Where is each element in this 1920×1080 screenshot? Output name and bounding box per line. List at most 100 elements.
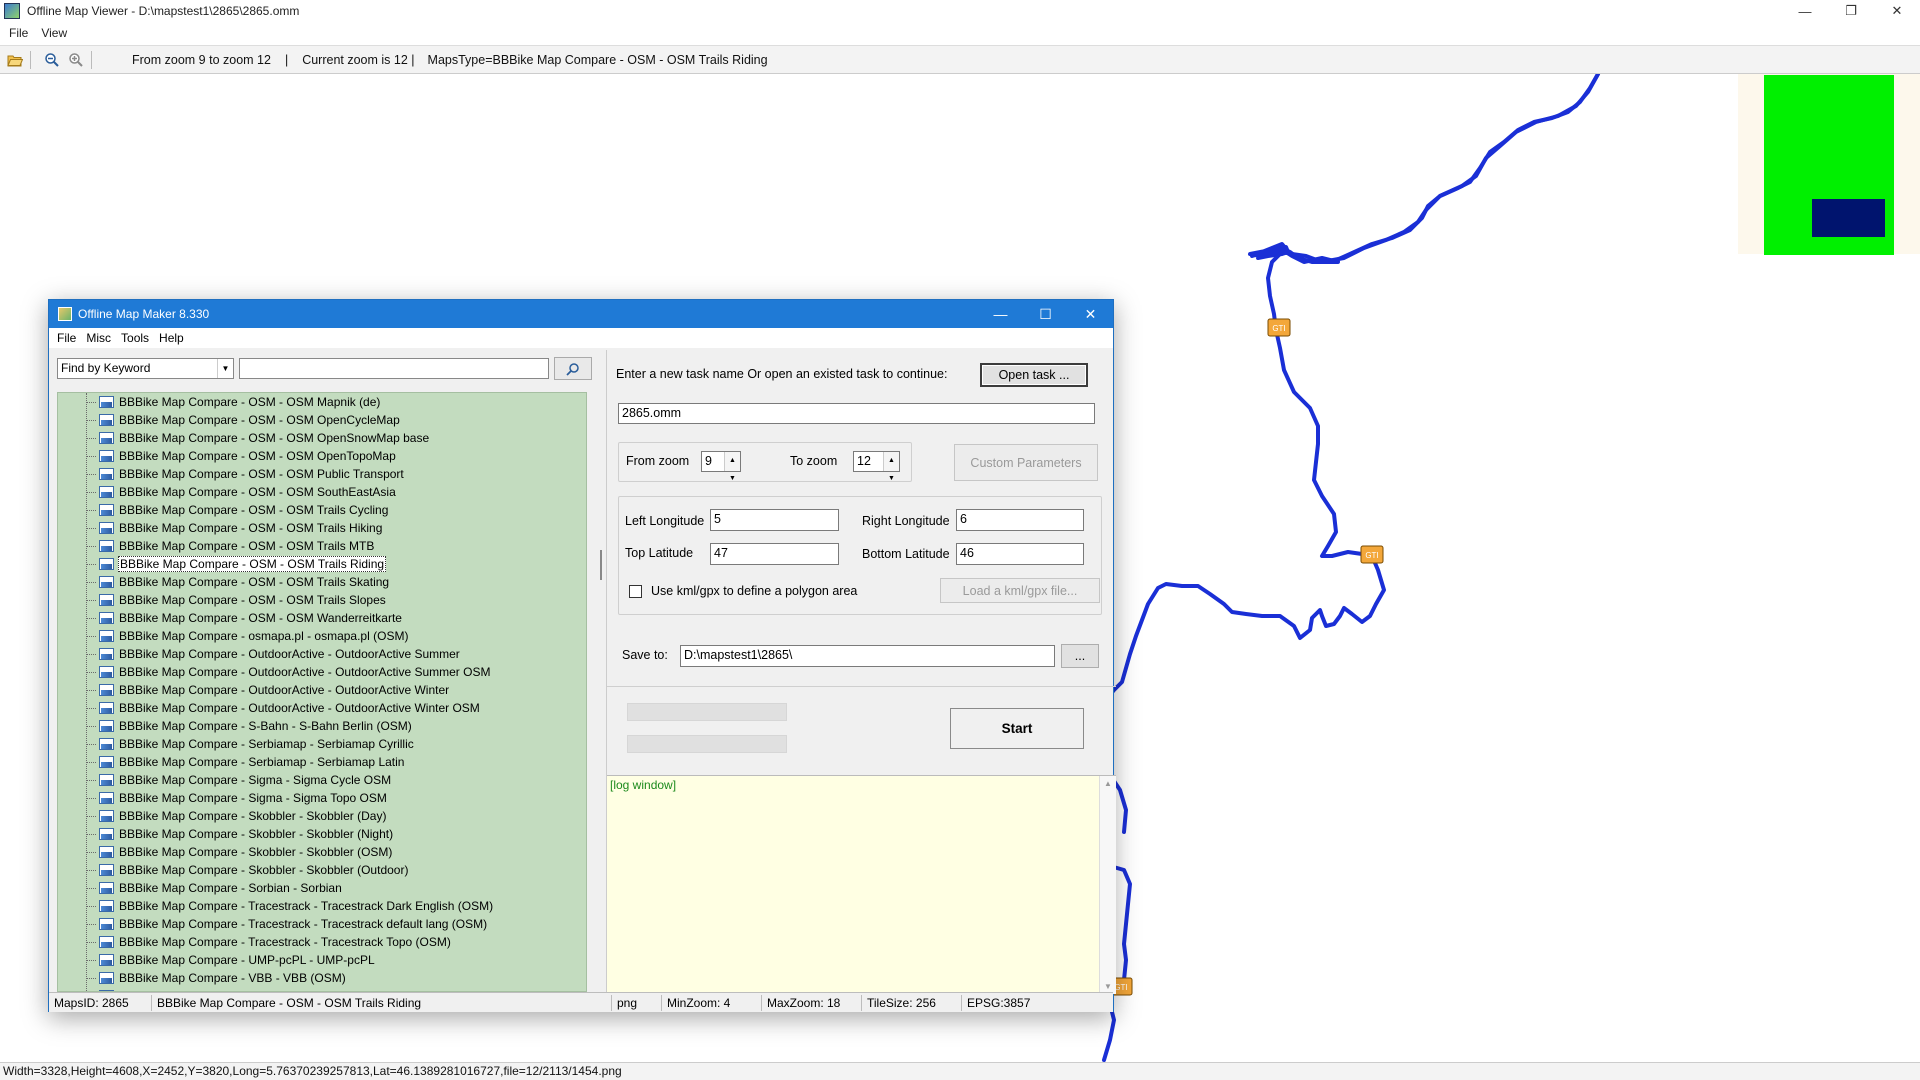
tree-item-label: BBBike Map Compare - OSM - OSM OpenSnowM… [119,431,430,445]
dialog-close-icon[interactable]: ✕ [1068,300,1113,328]
minimize-icon[interactable]: — [1782,0,1828,22]
tree-item[interactable]: BBBike Map Compare - Sorbian - Sorbian [86,879,343,897]
tree-item[interactable]: BBBike Map Compare - VBB - VBB (OSM) [86,969,347,987]
browse-button[interactable]: ... [1061,644,1099,668]
dialog-title: Offline Map Maker 8.330 [78,307,210,321]
tree-item[interactable]: BBBike Map Compare - OutdoorActive - Out… [86,681,450,699]
to-zoom-stepper[interactable]: 12 ▲ ▼ [853,451,900,482]
tree-item[interactable]: BBBike Map Compare - OSM - OSM Trails Cy… [86,501,389,519]
tree-item[interactable]: BBBike Map Compare - OSM - OSM OpenCycle… [86,411,401,429]
search-mode-select[interactable]: Find by Keyword ▼ [57,358,234,379]
dialog-menu-tools[interactable]: Tools [121,331,149,345]
tree-item[interactable]: BBBike Map Compare - Serbiamap - Serbiam… [86,753,405,771]
dialog-menu-misc[interactable]: Misc [86,331,111,345]
tree-item[interactable]: BBBike Map Compare - OSM - OSM OpenSnowM… [86,429,430,447]
tree-item[interactable]: BBBike Map Compare - OSM - OSM OpenTopoM… [86,447,397,465]
tree-item-label: BBBike Map Compare - OutdoorActive - Out… [119,683,450,697]
map-layer-icon [99,810,114,822]
tree-item[interactable]: BBBike Map Compare - OSM - OSM Public Tr… [86,465,405,483]
log-scrollbar[interactable]: ▲ ▼ [1099,776,1116,994]
to-zoom-spin-icon[interactable]: ▲ ▼ [883,452,899,482]
from-zoom-spin-icon[interactable]: ▲ ▼ [724,452,740,482]
tree-item[interactable]: BBBike Map Compare - Tracestrack - Trace… [86,933,452,951]
gti-marker-2[interactable]: GTI [1360,545,1384,564]
chevron-down-icon[interactable]: ▼ [217,359,233,378]
tree-item[interactable]: BBBike Map Compare - OSM - OSM Trails Sk… [86,573,390,591]
tree-item[interactable]: BBBike Map Compare - OutdoorActive - Out… [86,663,491,681]
tree-item[interactable]: BBBike Map Compare - Tracestrack - Trace… [86,915,488,933]
save-to-label: Save to: [622,648,668,662]
map-layer-icon [99,612,114,624]
tree-item[interactable]: BBBike Map Compare - Skobbler - Skobbler… [86,825,394,843]
zoom-in-icon[interactable] [67,51,85,69]
tree-item[interactable]: BBBike Map Compare - Serbiamap - Serbiam… [86,735,415,753]
to-zoom-label: To zoom [790,454,838,468]
bottom-latitude-input[interactable]: 46 [956,543,1084,565]
tree-item[interactable]: BBBike Map Compare - OutdoorActive - Out… [86,645,461,663]
restore-icon[interactable]: ❐ [1828,0,1874,22]
tree-item[interactable]: BBBike Map Compare - Sigma - Sigma Cycle… [86,771,392,789]
open-folder-icon[interactable] [6,51,24,69]
area-group: Left Longitude 5 Right Longitude 6 Top L… [618,496,1102,615]
menu-view[interactable]: View [41,26,67,40]
dialog-minimize-icon[interactable]: — [978,300,1023,328]
tree-item-label: BBBike Map Compare - OSM - OSM OpenCycle… [119,413,400,427]
tree-item[interactable]: BBBike Map Compare - S-Bahn - S-Bahn Ber… [86,717,413,735]
tree-item[interactable]: BBBike Map Compare - UMP-pcPL - UMP-pcPL [86,951,376,969]
splitter-grip[interactable] [600,550,602,580]
tree-item[interactable]: BBBike Map Compare - Skobbler - Skobbler… [86,807,387,825]
tree-item[interactable]: BBBike Map Compare - OSM - OSM Trails Ri… [86,555,387,573]
tree-item[interactable]: BBBike Map Compare - OSM - OSM Mapnik (d… [86,393,381,411]
scroll-down-icon[interactable]: ▼ [1100,982,1116,991]
dialog-maximize-icon[interactable]: ☐ [1023,300,1068,328]
kml-polygon-checkbox[interactable] [629,585,642,598]
dialog-menu-file[interactable]: File [57,331,76,345]
tree-connector [86,725,96,727]
tree-item[interactable]: BBBike Map Compare - Skobbler - Skobbler… [86,843,393,861]
tree-item[interactable]: BBBike Map Compare - OutdoorActive - Out… [86,699,481,717]
status-epsg: EPSG:3857 [967,995,1031,1010]
save-to-input[interactable]: D:\mapstest1\2865\ [680,645,1055,667]
tree-item[interactable]: BBBike Map Compare - OSM - OSM Trails MT… [86,537,375,555]
tree-connector [86,599,96,601]
tree-item-label: BBBike Map Compare - OSM - OSM Trails Cy… [119,503,389,517]
start-button[interactable]: Start [950,708,1084,749]
status-max-zoom: MaxZoom: 18 [762,994,862,1011]
custom-parameters-button[interactable]: Custom Parameters [954,444,1098,481]
from-zoom-label: From zoom [626,454,690,468]
minimap[interactable] [1738,74,1920,255]
dialog-menu-help[interactable]: Help [159,331,184,345]
panel-splitter[interactable] [595,350,606,993]
tree-item[interactable]: BBBike Map Compare - Sigma - Sigma Topo … [86,789,388,807]
search-button[interactable] [554,357,592,380]
tree-item[interactable]: BBBike Map Compare - OSM - OSM Trails Hi… [86,519,383,537]
zoom-out-icon[interactable] [43,51,61,69]
tree-item[interactable]: BBBike Map Compare - OSM - OSM Trails Sl… [86,591,387,609]
close-icon[interactable]: ✕ [1874,0,1920,22]
top-latitude-input[interactable]: 47 [710,543,839,565]
open-task-button[interactable]: Open task ... [980,363,1088,387]
tree-item[interactable]: BBBike Map Compare - osmapa.pl - osmapa.… [86,627,409,645]
load-kml-button[interactable]: Load a kml/gpx file... [940,578,1100,603]
map-layer-icon [99,504,114,516]
task-prompt: Enter a new task name Or open an existed… [616,367,948,381]
task-name-input[interactable]: 2865.omm [618,403,1095,424]
left-longitude-input[interactable]: 5 [710,509,839,531]
from-zoom-stepper[interactable]: 9 ▲ ▼ [701,451,741,482]
right-longitude-input[interactable]: 6 [956,509,1084,531]
dialog-status-bar: MapsID: 2865 BBBike Map Compare - OSM - … [49,992,1113,1012]
current-zoom-text: Current zoom is 12 | [302,52,415,67]
log-window[interactable]: [log window] ▲ ▼ [607,775,1116,994]
minimap-viewport[interactable] [1812,199,1885,237]
tree-item[interactable]: BBBike Map Compare - OSM - OSM SouthEast… [86,483,397,501]
dialog-title-bar: Offline Map Maker 8.330 — ☐ ✕ [49,300,1113,328]
tree-item[interactable]: BBBike Map Compare - Tracestrack - Trace… [86,897,494,915]
map-source-tree[interactable]: BBBike Map Compare - OSM - OSM Mapnik (d… [57,392,587,992]
tree-item[interactable]: BBBike Map Compare - Skobbler - Skobbler… [86,861,409,879]
gti-marker-1[interactable]: GTI [1267,318,1291,337]
menu-file[interactable]: File [9,26,28,40]
route-line-main [1078,74,1600,834]
scroll-up-icon[interactable]: ▲ [1100,779,1116,788]
tree-item[interactable]: BBBike Map Compare - OSM - OSM Wanderrei… [86,609,403,627]
search-input[interactable] [239,358,549,379]
